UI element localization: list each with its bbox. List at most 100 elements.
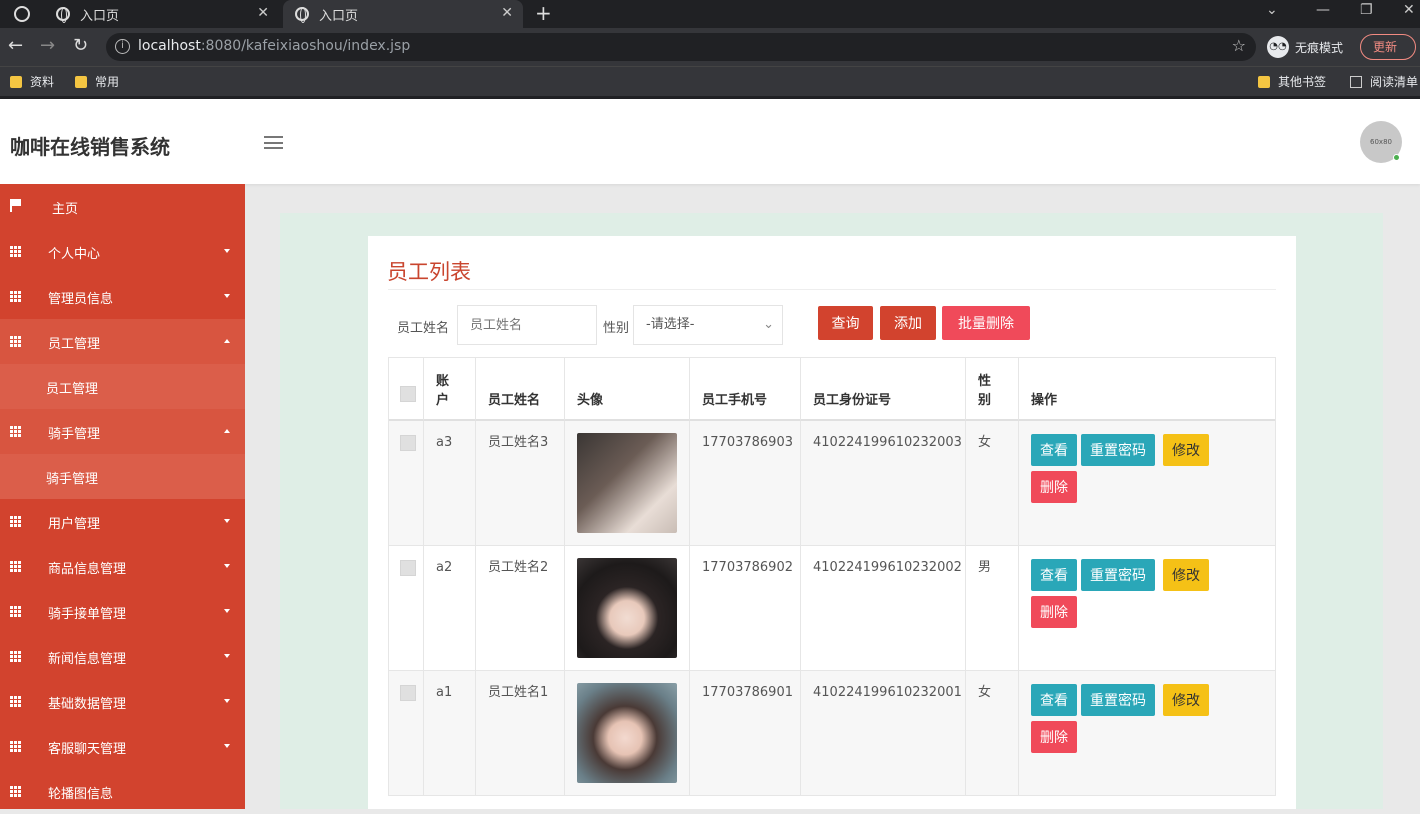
caret-down-icon <box>224 609 230 613</box>
sidebar-item-label: 主页 <box>52 202 79 217</box>
table-row: a2 员工姓名2 17703786902 410224199610232002 … <box>389 546 1275 671</box>
incognito-indicator[interactable]: ◔◔ 无痕模式 <box>1267 34 1343 60</box>
menu-toggle-icon[interactable] <box>264 136 283 149</box>
avatar-cell <box>565 421 690 546</box>
reload-icon[interactable]: ↻ <box>73 37 88 55</box>
id-card-value: 410224199610232002 <box>813 560 962 575</box>
other-bookmarks[interactable]: 其他书签 <box>1258 73 1326 90</box>
sidebar-item-rider-orders[interactable]: 骑手接单管理 <box>0 589 245 634</box>
edit-button[interactable]: 修改 <box>1163 434 1209 466</box>
sidebar-item-product-management[interactable]: 商品信息管理 <box>0 544 245 589</box>
new-tab-button[interactable]: + <box>535 1 552 25</box>
bookmark-folder[interactable]: 常用 <box>75 73 119 90</box>
gender-label: 性别 <box>603 321 630 336</box>
gender-select[interactable]: -请选择- ⌄ <box>633 305 783 345</box>
update-button[interactable]: 更新 <box>1360 34 1416 60</box>
sidebar-item-admin-info[interactable]: 管理员信息 <box>0 274 245 319</box>
column-header-label: 员工手机号 <box>702 393 768 408</box>
close-window-button[interactable]: ✕ <box>1403 2 1415 18</box>
gender-value: 女 <box>978 435 992 450</box>
reading-list-label: 阅读清单 <box>1370 75 1419 89</box>
maximize-button[interactable]: ❐ <box>1360 2 1373 18</box>
delete-button[interactable]: 删除 <box>1031 596 1077 628</box>
reset-password-button[interactable]: 重置密码 <box>1081 559 1155 591</box>
row-checkbox[interactable] <box>400 435 416 451</box>
batch-delete-button[interactable]: 批量删除 <box>942 306 1030 340</box>
sidebar-subitem-employee-management[interactable]: 员工管理 <box>0 364 245 409</box>
close-tab-icon[interactable]: ✕ <box>257 5 269 21</box>
sidebar-item-home[interactable]: 主页 <box>0 184 245 229</box>
sidebar-item-carousel[interactable]: 轮播图信息 <box>0 769 245 814</box>
gender-cell: 女 <box>966 421 1019 546</box>
bookmark-folder[interactable]: 资料 <box>10 73 54 90</box>
table-row: a3 员工姓名3 17703786903 410224199610232003 … <box>389 421 1275 546</box>
sidebar-subitem-rider-management[interactable]: 骑手管理 <box>0 454 245 499</box>
caret-down-icon <box>224 294 230 298</box>
column-header: 操作 <box>1019 358 1275 421</box>
name-search-label: 员工姓名 <box>397 321 450 336</box>
online-status-dot <box>1393 154 1400 161</box>
name-search-input[interactable] <box>457 305 597 345</box>
sidebar-item-employee-management[interactable]: 员工管理 <box>0 319 245 364</box>
edit-button[interactable]: 修改 <box>1163 684 1209 716</box>
sidebar-item-base-data[interactable]: 基础数据管理 <box>0 679 245 724</box>
caret-down-icon <box>224 564 230 568</box>
reset-password-button[interactable]: 重置密码 <box>1081 434 1155 466</box>
delete-button[interactable]: 删除 <box>1031 471 1077 503</box>
column-header: 员工手机号 <box>690 358 801 421</box>
sidebar-item-rider-management[interactable]: 骑手管理 <box>0 409 245 454</box>
sidebar-item-personal-center[interactable]: 个人中心 <box>0 229 245 274</box>
grid-icon <box>10 561 21 572</box>
row-checkbox[interactable] <box>400 685 416 701</box>
select-all-checkbox[interactable] <box>400 386 416 402</box>
sidebar-item-user-management[interactable]: 用户管理 <box>0 499 245 544</box>
caret-up-icon <box>224 339 230 343</box>
forward-icon[interactable]: → <box>40 37 55 55</box>
browser-tab[interactable]: 入口页 ✕ <box>44 0 279 28</box>
add-button[interactable]: 添加 <box>880 306 936 340</box>
url-host: localhost <box>138 38 201 54</box>
close-tab-icon[interactable]: ✕ <box>501 5 513 21</box>
header-select-all <box>389 358 424 421</box>
reset-password-button[interactable]: 重置密码 <box>1081 684 1155 716</box>
view-button[interactable]: 查看 <box>1031 684 1077 716</box>
caret-down-icon <box>224 249 230 253</box>
actions-cell: 查看 重置密码 修改 删除 <box>1019 546 1275 671</box>
id-card-value: 410224199610232003 <box>813 435 962 450</box>
globe-icon <box>56 7 70 23</box>
name-value: 员工姓名1 <box>488 685 549 700</box>
browser-tab-active[interactable]: 入口页 ✕ <box>283 0 523 28</box>
caret-down-icon <box>224 744 230 748</box>
reading-list[interactable]: 阅读清单 <box>1350 73 1418 90</box>
row-checkbox[interactable] <box>400 560 416 576</box>
caret-down-icon <box>224 519 230 523</box>
bookmark-star-icon[interactable]: ☆ <box>1232 36 1246 55</box>
site-info-icon[interactable]: i <box>115 39 130 54</box>
phone-cell: 17703786903 <box>690 421 801 546</box>
delete-button[interactable]: 删除 <box>1031 721 1077 753</box>
sidebar-item-customer-chat[interactable]: 客服聊天管理 <box>0 724 245 769</box>
view-button[interactable]: 查看 <box>1031 559 1077 591</box>
avatar[interactable]: 60x80 <box>1360 121 1402 163</box>
url-field[interactable]: i localhost:8080/kafeixiaoshou/index.jsp… <box>106 33 1256 61</box>
grid-icon <box>10 246 21 257</box>
sidebar: 主页 个人中心 管理员信息 员工管理 员工管理 骑手管理 骑手管理 用户管理 商… <box>0 184 245 809</box>
row-select-cell <box>389 546 424 671</box>
account-value: a1 <box>436 685 453 700</box>
edit-button[interactable]: 修改 <box>1163 559 1209 591</box>
sidebar-item-label: 骑手管理 <box>48 427 101 442</box>
folder-icon <box>75 75 87 88</box>
minimize-button[interactable]: — <box>1316 2 1330 18</box>
column-header-label: 账户 <box>436 374 450 408</box>
back-icon[interactable]: ← <box>8 37 23 55</box>
id-card-cell: 410224199610232001 <box>801 671 966 796</box>
query-button[interactable]: 查询 <box>818 306 873 340</box>
phone-value: 17703786902 <box>702 560 793 575</box>
gender-select-value: -请选择- <box>646 317 695 332</box>
sidebar-item-news-management[interactable]: 新闻信息管理 <box>0 634 245 679</box>
tab-search-icon[interactable]: ⌄ <box>1266 2 1278 18</box>
brand-title: 咖啡在线销售系统 <box>10 135 170 159</box>
account-cell: a3 <box>424 421 476 546</box>
view-button[interactable]: 查看 <box>1031 434 1077 466</box>
browser-menu-icon[interactable] <box>14 6 30 22</box>
